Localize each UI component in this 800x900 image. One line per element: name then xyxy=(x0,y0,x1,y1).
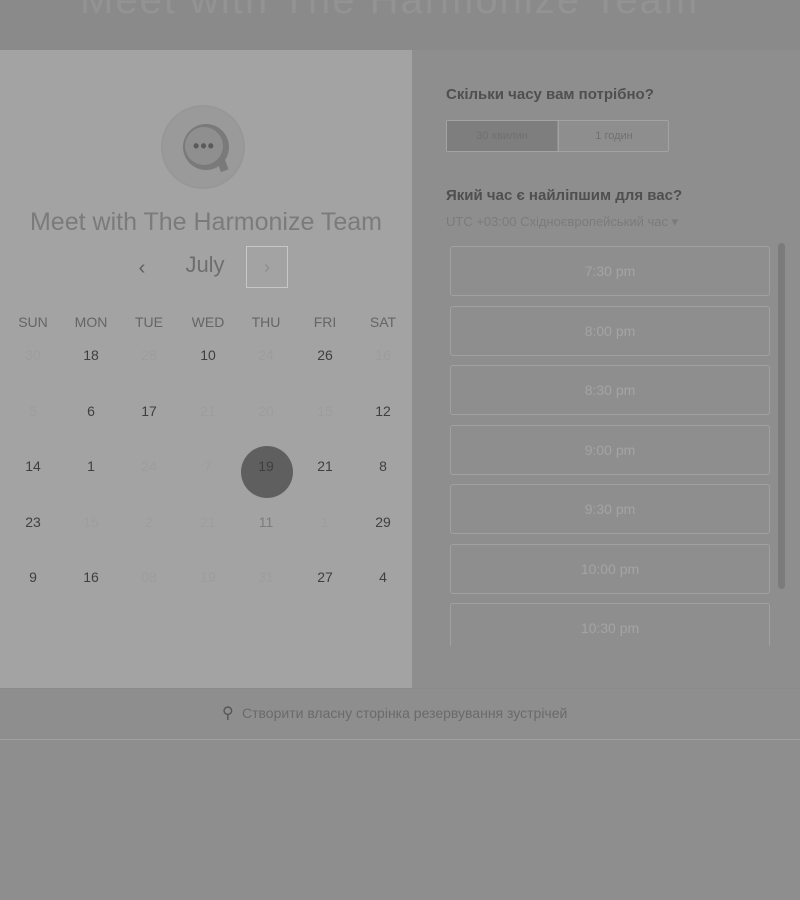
date-cell: 5 xyxy=(29,402,37,419)
timezone-select[interactable]: UTC +03:00 Східноєвропейський час ▾ xyxy=(446,214,678,230)
month-label: July xyxy=(185,252,225,277)
date-cell: 2 xyxy=(145,513,153,530)
chat-bubble-icon: ••• xyxy=(185,127,223,165)
date-cell[interactable]: 14 xyxy=(4,451,62,481)
date-cell[interactable]: 21 xyxy=(296,451,354,481)
date-cell[interactable]: 9 xyxy=(4,562,62,592)
duration-1hour-option[interactable]: 1 годин xyxy=(558,121,669,151)
date-cell: 1 xyxy=(321,513,329,530)
hubspot-sprocket-icon: ⚲ xyxy=(222,705,234,722)
date-cell: 30 xyxy=(25,347,41,363)
date-cell[interactable]: 10 xyxy=(179,340,237,370)
time-slot-button[interactable]: 7:30 pm xyxy=(450,246,770,296)
weekday-thu: THU xyxy=(251,314,281,330)
month-navigation: ‹ July › xyxy=(0,246,412,290)
duration-30min-option[interactable]: 30 хвилин xyxy=(447,121,557,151)
duration-question: Скільки часу вам потрібно? xyxy=(446,86,654,103)
time-slot-button[interactable]: 9:30 pm xyxy=(450,484,770,534)
date-cell: 31 xyxy=(258,569,274,585)
date-cell-selected[interactable]: 11 xyxy=(237,507,295,537)
date-cell: 19 xyxy=(200,569,216,585)
date-cell[interactable]: 12 xyxy=(354,396,412,426)
weekday-fri: FRI xyxy=(313,314,337,330)
date-cell: 21 xyxy=(200,513,216,530)
time-slot-list: 7:30 pm 8:00 pm 8:30 pm 9:00 pm 9:30 pm 10:00… xyxy=(450,246,772,646)
time-slot-button[interactable]: 10:00 pm xyxy=(450,543,770,594)
date-cell: 7 xyxy=(204,458,212,474)
date-cell[interactable]: 8 xyxy=(354,451,412,481)
time-slot-button[interactable]: 10:30 pm xyxy=(450,603,770,646)
header-band: Meet with The Harmonize Team xyxy=(0,0,800,50)
footer-link[interactable]: Створити власну сторінка резервування зу… xyxy=(242,705,567,721)
date-cell[interactable]: 29 xyxy=(354,507,412,537)
bubble-tail xyxy=(217,159,229,173)
meeting-title: Meet with The Harmonize Team xyxy=(29,208,382,236)
footer: ⚲ Створити власну сторінка резервування … xyxy=(0,688,800,740)
date-cell: 24 xyxy=(141,458,157,474)
date-cell[interactable]: 18 xyxy=(62,340,120,370)
date-cell: 15 xyxy=(83,513,99,530)
date-cell[interactable]: 19 xyxy=(237,451,295,481)
date-cell[interactable]: 23 xyxy=(4,507,62,537)
time-slot-button[interactable]: 8:30 pm xyxy=(450,365,770,415)
time-slot-button[interactable]: 8:00 pm xyxy=(450,305,770,356)
date-cell[interactable]: 1 xyxy=(62,451,120,481)
weekday-wed: WED xyxy=(191,314,225,330)
date-cell[interactable]: 16 xyxy=(62,562,120,592)
time-slot-button[interactable]: 9:00 pm xyxy=(450,424,770,475)
chevron-left-icon[interactable]: ‹ xyxy=(128,254,156,282)
date-cell: 08 xyxy=(141,569,157,585)
weekday-sat: SAT xyxy=(369,314,397,330)
header-title: Meet with The Harmonize Team xyxy=(80,0,700,22)
date-cell[interactable]: 17 xyxy=(120,396,178,426)
slots-scrollbar[interactable] xyxy=(778,243,785,589)
weekday-mon: MON xyxy=(74,314,108,330)
date-cell[interactable]: 6 xyxy=(62,396,120,426)
date-cell: 15 xyxy=(317,402,333,419)
date-cell[interactable]: 26 xyxy=(296,340,354,370)
weekday-header: SUN MON TUE WED THU FRI SAT xyxy=(4,314,412,334)
chevron-right-icon[interactable]: › xyxy=(246,246,288,288)
duration-toggle: 30 хвилин 1 годин xyxy=(446,120,669,152)
weekday-tue: TUE xyxy=(135,314,163,330)
date-cell: 16 xyxy=(375,347,391,363)
team-logo: ••• xyxy=(161,105,245,189)
weekday-sun: SUN xyxy=(18,314,48,330)
date-cell[interactable]: 27 xyxy=(296,562,354,592)
time-question: Який час є найліпшим для вас? xyxy=(446,187,683,204)
date-cell: 20 xyxy=(258,402,274,419)
date-cell: 28 xyxy=(141,347,157,363)
date-cell[interactable]: 4 xyxy=(354,562,412,592)
date-cell: 21 xyxy=(200,402,216,419)
date-cell: 24 xyxy=(258,347,274,363)
